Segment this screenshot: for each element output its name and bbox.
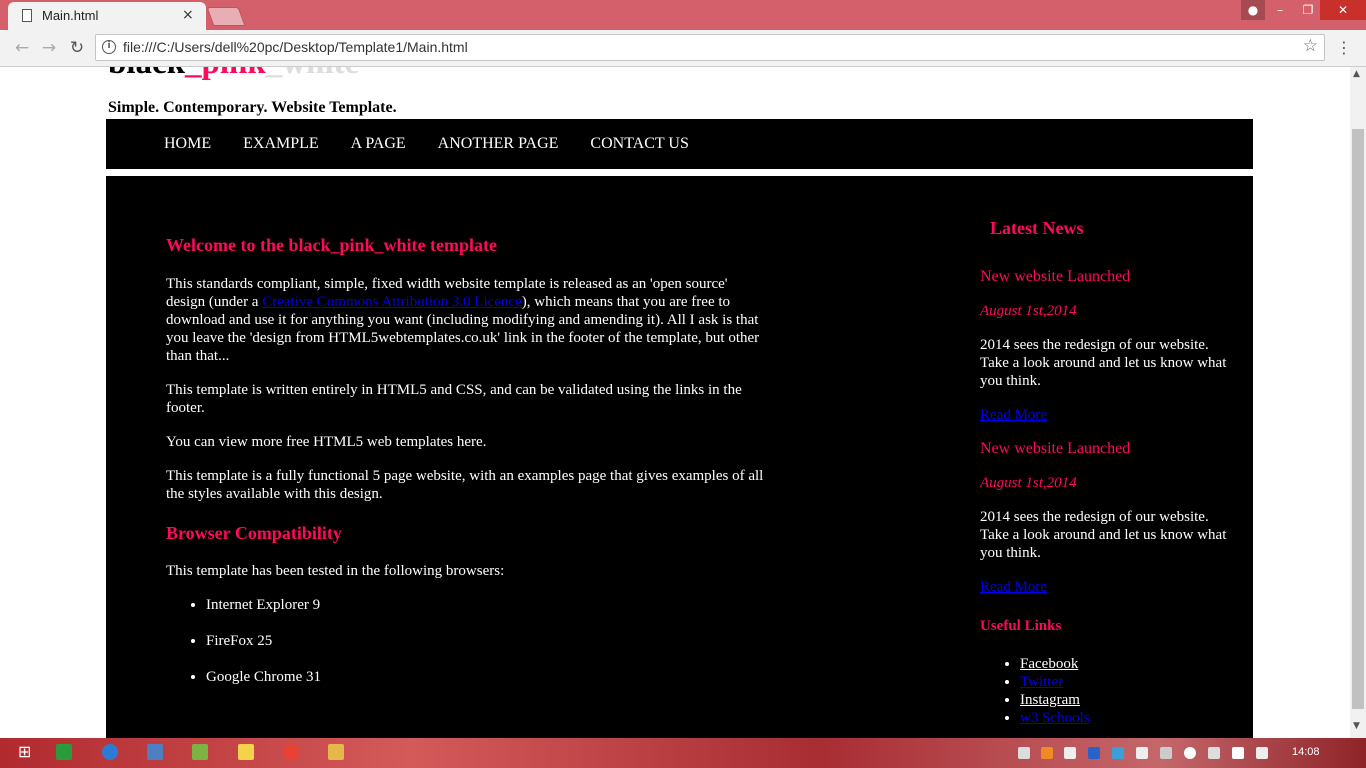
list-item: Facebook [1020,655,1090,673]
address-bar[interactable]: i file:///C:/Users/dell%20pc/Desktop/Tem… [95,34,1325,61]
file-explorer-icon[interactable] [316,741,356,765]
page-scrollbar[interactable]: ▲ ▼ [1350,67,1366,738]
news-date: August 1st,2014 [980,475,1077,491]
new-tab-button[interactable] [206,7,246,26]
tab-close-icon[interactable]: × [182,7,194,23]
user-profile-icon[interactable]: ● [1241,0,1265,20]
compat-intro: This template has been tested in the fol… [166,563,505,579]
bookmark-star-icon[interactable]: ☆ [1303,36,1318,56]
list-item: w3 Schools [1020,709,1090,727]
licence-link[interactable]: Creative Commons Attribution 3.0 Licence [262,294,522,310]
volume-icon[interactable] [1256,747,1268,759]
tray-app-icon[interactable] [1136,747,1148,759]
chrome-icon[interactable] [271,741,311,765]
taskbar-clock[interactable]: 14:08 [1292,746,1320,758]
read-more-link[interactable]: Read More [980,578,1047,596]
signal-icon[interactable] [1018,747,1030,759]
back-button[interactable]: ← [10,36,34,60]
browser-menu-button[interactable]: ⋮ [1336,36,1352,60]
tray-app-icon[interactable] [1112,747,1124,759]
maximize-button[interactable]: ❐ [1294,0,1322,20]
scroll-down-icon[interactable]: ▼ [1353,721,1360,731]
battery-icon[interactable] [1232,747,1244,759]
logo-white: _white [266,67,360,81]
android-studio-icon[interactable] [180,741,220,765]
internet-explorer-icon[interactable] [90,741,130,765]
page-viewport: black_pink_white Simple. Contemporary. W… [0,67,1350,738]
menu-home[interactable]: HOME [164,119,211,169]
document-icon [22,9,32,22]
intro-paragraph: This standards compliant, simple, fixed … [166,275,766,365]
tab-title: Main.html [42,8,99,23]
menu-contact-us[interactable]: CONTACT US [590,119,688,169]
tray-app-icon[interactable] [1041,747,1053,759]
w3schools-link[interactable]: w3 Schools [1020,710,1090,726]
useful-links-list: Facebook Twitter Instagram w3 Schools [980,655,1090,727]
welcome-heading: Welcome to the black_pink_white template [166,235,497,255]
news-date: August 1st,2014 [980,303,1077,319]
tab-main[interactable]: Main.html × [8,2,206,30]
windows-icon: ⊞ [18,742,32,761]
browser-titlebar: Main.html × ● – ❐ ✕ [0,0,1366,30]
start-button[interactable]: ⊞ [6,741,46,765]
windows-taskbar: ⊞ 14:08 [0,738,1366,768]
read-more-link[interactable]: Read More [980,406,1047,424]
store-icon[interactable] [44,741,84,765]
menu-another-page[interactable]: ANOTHER PAGE [438,119,559,169]
minimize-button[interactable]: – [1266,0,1294,20]
functional-paragraph: This template is a fully functional 5 pa… [166,468,764,502]
list-item: Internet Explorer 9 [206,596,321,632]
action-center-flag-icon[interactable] [1064,747,1076,759]
info-icon[interactable]: i [102,40,116,54]
news-text: 2014 sees the redesign of our website. T… [980,337,1227,389]
tray-app-icon[interactable] [1208,747,1220,759]
onedrive-cloud-icon[interactable] [1184,747,1196,759]
virtualbox-icon[interactable] [135,741,175,765]
facebook-link[interactable]: Facebook [1020,656,1078,672]
reload-button[interactable]: ↻ [65,36,89,60]
network-icon[interactable] [1160,747,1172,759]
browser-list: Internet Explorer 9 FireFox 25 Google Ch… [166,596,321,704]
site-slogan: Simple. Contemporary. Website Template. [108,99,397,116]
news-title: New website Launched [980,440,1131,457]
menu-a-page[interactable]: A PAGE [351,119,406,169]
instagram-link[interactable]: Instagram [1020,692,1080,708]
menu-example[interactable]: EXAMPLE [243,119,319,169]
html5-paragraph: This template is written entirely in HTM… [166,382,742,416]
main-menu: HOME EXAMPLE A PAGE ANOTHER PAGE CONTACT… [106,119,1253,169]
list-item: Instagram [1020,691,1090,709]
bluetooth-icon[interactable] [1088,747,1100,759]
compat-heading: Browser Compatibility [166,523,342,543]
browser-toolbar: ← → ↻ i file:///C:/Users/dell%20pc/Deskt… [0,30,1366,67]
site-logo[interactable]: black_pink_white [108,67,359,82]
news-title: New website Launched [980,268,1131,285]
news-text: 2014 sees the redesign of our website. T… [980,509,1227,561]
more-templates-paragraph: You can view more free HTML5 web templat… [166,434,487,450]
logo-black: black [108,67,185,81]
site-content: Welcome to the black_pink_white template… [106,176,1253,738]
twitter-link[interactable]: Twitter [1020,674,1063,690]
list-item: Twitter [1020,673,1090,691]
latest-news-heading: Latest News [990,218,1084,238]
scroll-up-icon[interactable]: ▲ [1353,69,1360,79]
url-text[interactable]: file:///C:/Users/dell%20pc/Desktop/Templ… [123,39,468,55]
sticky-notes-icon[interactable] [226,741,266,765]
useful-links-heading: Useful Links [980,618,1062,634]
list-item: FireFox 25 [206,632,321,668]
logo-pink: _pink [185,67,266,81]
list-item: Google Chrome 31 [206,668,321,704]
scrollbar-thumb[interactable] [1352,129,1364,709]
close-window-button[interactable]: ✕ [1320,0,1366,20]
forward-button[interactable]: → [37,36,61,60]
